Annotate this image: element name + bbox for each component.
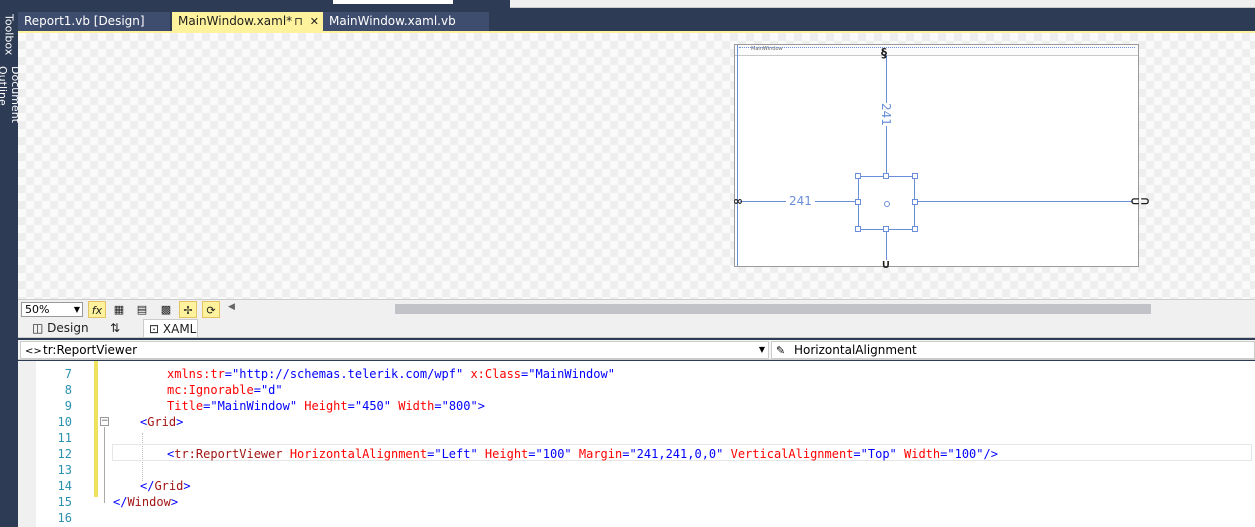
- code-line-12: <tr:ReportViewer HorizontalAlignment="Le…: [167, 447, 998, 461]
- change-tracking-bar: [94, 361, 98, 497]
- toolbox-tab[interactable]: Toolbox: [0, 14, 18, 56]
- tab-label: MainWindow.xaml.vb: [329, 14, 456, 28]
- zoom-dropdown[interactable]: 50% ▼: [21, 302, 83, 317]
- tab-mainwindow-xaml-vb[interactable]: MainWindow.xaml.vb: [323, 12, 489, 31]
- xaml-code-editor[interactable]: 7 8 9 10 11 12 13 14 15 16 − xmlns:tr="h…: [18, 361, 1255, 527]
- line-number: 9: [64, 399, 72, 413]
- scroll-left-icon[interactable]: ◀: [228, 302, 235, 312]
- document-outline-tab[interactable]: Document Outline: [0, 66, 22, 166]
- resize-handle-n[interactable]: [883, 173, 889, 179]
- xaml-icon: ⊡: [149, 322, 160, 336]
- top-anchor-link-icon[interactable]: §: [881, 47, 887, 59]
- resize-handle-sw[interactable]: [855, 226, 861, 232]
- close-icon[interactable]: ✕: [310, 15, 319, 28]
- toolbar-input-edge: [333, 0, 453, 4]
- artboard-icon[interactable]: ▩: [157, 301, 175, 318]
- swap-panes-icon[interactable]: ⇅: [110, 319, 120, 337]
- chevron-down-icon: ▼: [73, 305, 80, 314]
- code-line-9: Title="MainWindow" Height="450" Width="8…: [167, 399, 485, 413]
- tab-xaml[interactable]: ⊡ XAML: [143, 319, 198, 337]
- refresh-icon[interactable]: ⟳: [202, 301, 220, 318]
- margin-left-label: 241: [786, 194, 815, 208]
- scrollbar-thumb[interactable]: [395, 304, 1151, 314]
- line-number: 15: [57, 495, 72, 509]
- bottom-extension-line: [886, 230, 887, 260]
- line-number: 16: [57, 511, 72, 525]
- tab-label: Report1.vb [Design]: [24, 14, 145, 28]
- xaml-element-icon: <>: [25, 346, 42, 357]
- top-toolbar-edge: [18, 0, 1255, 8]
- designer-toolbar: 50% ▼ fx ▦ ▤ ▩ ✢ ⟳ ◀: [18, 299, 1255, 318]
- member-dropdown-value: HorizontalAlignment: [794, 343, 917, 357]
- horizontal-scrollbar[interactable]: [238, 304, 1248, 314]
- tab-label: MainWindow.xaml*: [178, 14, 293, 28]
- line-number: 14: [57, 479, 72, 493]
- chevron-down-icon: ▼: [758, 345, 765, 354]
- code-line-7: xmlns:tr="http://schemas.telerik.com/wpf…: [167, 367, 615, 381]
- resize-handle-ne[interactable]: [912, 173, 918, 179]
- resize-handle-nw[interactable]: [855, 173, 861, 179]
- right-extension-line: [915, 201, 1133, 202]
- code-line-8: mc:Ignorable="d": [167, 383, 283, 397]
- zoom-value: 50%: [25, 303, 50, 316]
- left-anchor-link-icon[interactable]: ∞: [733, 195, 743, 207]
- resize-handle-se[interactable]: [912, 226, 918, 232]
- resize-handle-e[interactable]: [912, 199, 918, 205]
- grid-guide-top: [739, 47, 1135, 48]
- code-view[interactable]: xmlns:tr="http://schemas.telerik.com/wpf…: [100, 361, 1252, 527]
- bottom-anchor-broken-icon[interactable]: ∪: [881, 258, 891, 270]
- code-line-10: <Grid>: [140, 415, 184, 429]
- side-tool-strip: Toolbox Document Outline: [0, 0, 22, 527]
- right-anchor-broken-icon[interactable]: ⊂⊃: [1130, 195, 1150, 207]
- toolbar-strip-edge: [510, 0, 1255, 8]
- report-viewer-control[interactable]: [858, 176, 915, 230]
- resize-handle-s[interactable]: [883, 226, 889, 232]
- tab-mainwindow-xaml[interactable]: MainWindow.xaml* ⊓ ✕: [172, 12, 323, 31]
- grid-guide-left: [737, 45, 738, 266]
- design-canvas[interactable]: MainWindow 241 241 § ∞ ⊂⊃ ∪: [18, 33, 1255, 299]
- tab-report1-design[interactable]: Report1.vb [Design]: [18, 12, 170, 31]
- line-number: 7: [64, 367, 72, 381]
- editor-left-margin: [18, 361, 36, 527]
- navigation-bar: <> tr:ReportViewer ▼ ✎ HorizontalAlignme…: [18, 340, 1255, 360]
- split-view-tabs: ◫ Design ⇅ ⊡ XAML: [18, 318, 1255, 338]
- snap-grid-icon[interactable]: ▤: [133, 301, 151, 318]
- pin-icon[interactable]: ⊓: [294, 15, 303, 28]
- line-numbers: 7 8 9 10 11 12 13 14 15 16: [36, 361, 72, 527]
- line-number: 8: [64, 383, 72, 397]
- document-tab-bar: Report1.vb [Design] MainWindow.xaml* ⊓ ✕…: [18, 12, 1255, 31]
- line-number: 13: [57, 463, 72, 477]
- fx-icon[interactable]: fx: [88, 301, 106, 318]
- resize-handle-w[interactable]: [855, 199, 861, 205]
- code-line-15: </Window>: [113, 495, 179, 509]
- design-icon: ◫: [32, 321, 44, 335]
- line-number: 10: [57, 415, 72, 429]
- tab-design-label: Design: [47, 321, 89, 335]
- member-dropdown[interactable]: ✎ HorizontalAlignment: [771, 341, 1255, 359]
- tab-xaml-label: XAML: [162, 322, 197, 336]
- tab-design[interactable]: ◫ Design: [32, 319, 89, 337]
- margin-top-label: 241: [876, 103, 896, 126]
- element-dropdown[interactable]: <> tr:ReportViewer ▼: [20, 341, 769, 359]
- wrench-icon: ✎: [776, 344, 786, 357]
- element-dropdown-value: tr:ReportViewer: [43, 343, 138, 357]
- control-center-marker: [884, 201, 890, 207]
- snap-lines-icon[interactable]: ✢: [179, 301, 197, 318]
- window-preview[interactable]: MainWindow: [734, 44, 1139, 267]
- grid-icon[interactable]: ▦: [110, 301, 128, 318]
- line-number: 11: [57, 431, 72, 445]
- code-line-14: </Grid>: [140, 479, 191, 493]
- line-number: 12: [57, 447, 72, 461]
